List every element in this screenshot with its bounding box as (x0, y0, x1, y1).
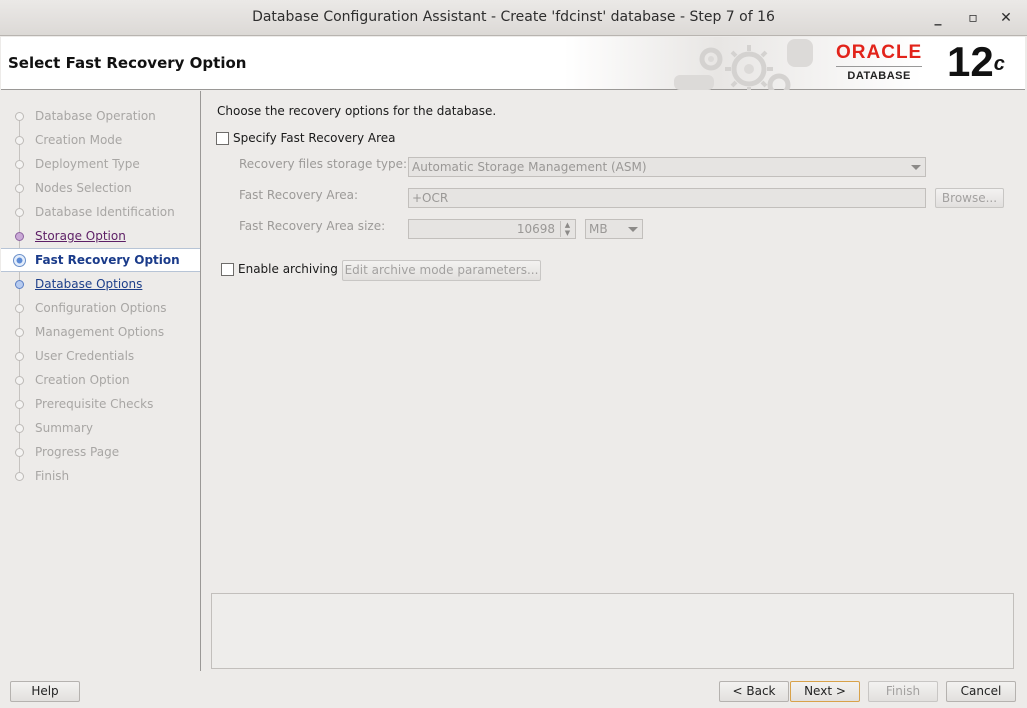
message-area (211, 593, 1014, 669)
step-label: Creation Mode (35, 133, 123, 147)
step-prerequisite-checks: Prerequisite Checks (1, 393, 200, 415)
step-dot-icon (15, 112, 24, 121)
step-database-options[interactable]: Database Options (1, 273, 200, 295)
step-configuration-options: Configuration Options (1, 297, 200, 319)
help-button[interactable]: Help (10, 681, 80, 702)
step-dot-icon (15, 352, 24, 361)
fra-size-label: Fast Recovery Area size: (239, 219, 386, 233)
step-label: Summary (35, 421, 93, 435)
step-deployment-type: Deployment Type (1, 153, 200, 175)
step-dot-icon (15, 208, 24, 217)
gears-graphic-icon (674, 39, 813, 90)
footer-bar: Help < Back Next > Finish Cancel (0, 672, 1027, 708)
cancel-button[interactable]: Cancel (946, 681, 1016, 702)
chevron-down-icon (911, 165, 921, 170)
finish-button[interactable]: Finish (868, 681, 938, 702)
spinner-up-icon[interactable]: ▲ (565, 221, 570, 229)
step-label: Configuration Options (35, 301, 167, 315)
fra-size-unit-select[interactable]: MB (585, 219, 643, 239)
step-summary: Summary (1, 417, 200, 439)
step-management-options: Management Options (1, 321, 200, 343)
next-button[interactable]: Next > (790, 681, 860, 702)
storage-type-select[interactable]: Automatic Storage Management (ASM) (408, 157, 926, 177)
oracle-brand-sub: DATABASE (836, 66, 923, 82)
fra-input[interactable]: +OCR (408, 188, 926, 208)
specify-fra-checkbox[interactable] (216, 132, 229, 145)
step-dot-icon (15, 160, 24, 169)
step-label: User Credentials (35, 349, 135, 363)
oracle-logo: ORACLE DATABASE (836, 42, 923, 82)
fra-size-value: 10698 (516, 222, 555, 236)
step-dot-icon (15, 280, 24, 289)
step-finish: Finish (1, 465, 200, 487)
storage-type-value: Automatic Storage Management (ASM) (412, 160, 647, 174)
step-database-identification: Database Identification (1, 201, 200, 223)
step-database-operation: Database Operation (1, 105, 200, 127)
enable-archiving-label[interactable]: Enable archiving (238, 262, 338, 276)
fra-size-unit-value: MB (589, 222, 608, 236)
step-label: Database Identification (35, 205, 175, 219)
storage-type-label: Recovery files storage type: (239, 157, 408, 171)
step-dot-icon (15, 304, 24, 313)
step-dot-icon (15, 376, 24, 385)
oracle-brand: ORACLE (836, 42, 923, 63)
step-label: Creation Option (35, 373, 130, 387)
header-banner: Select Fast Recovery Option ORACLE DATAB… (1, 37, 1025, 90)
step-label: Nodes Selection (35, 181, 132, 195)
step-dot-icon (15, 424, 24, 433)
step-label: Storage Option (35, 229, 126, 243)
main-content: Choose the recovery options for the data… (202, 91, 1026, 671)
step-dot-icon (15, 184, 24, 193)
step-dot-icon (15, 400, 24, 409)
minimize-button[interactable]: _ (926, 6, 950, 30)
step-dot-icon (15, 328, 24, 337)
page-title: Select Fast Recovery Option (8, 54, 247, 72)
chevron-down-icon (628, 227, 638, 232)
version-suffix: c (993, 53, 1005, 75)
step-creation-mode: Creation Mode (1, 129, 200, 151)
step-creation-option: Creation Option (1, 369, 200, 391)
step-nodes-selection: Nodes Selection (1, 177, 200, 199)
version-number: 12 (947, 38, 994, 85)
step-label: Management Options (35, 325, 165, 339)
step-label: Database Options (35, 277, 143, 291)
maximize-button[interactable]: ▫ (961, 6, 985, 30)
version-badge: 12c (947, 39, 1005, 85)
close-button[interactable]: ✕ (994, 6, 1018, 30)
specify-fra-label[interactable]: Specify Fast Recovery Area (233, 131, 395, 145)
step-fast-recovery-option: Fast Recovery Option (1, 248, 200, 272)
step-current-icon (13, 254, 26, 267)
step-dot-icon (15, 448, 24, 457)
browse-button[interactable]: Browse... (935, 188, 1004, 208)
window-titlebar[interactable]: Database Configuration Assistant - Creat… (0, 0, 1027, 36)
step-label: Database Operation (35, 109, 156, 123)
step-label: Progress Page (35, 445, 120, 459)
step-label: Prerequisite Checks (35, 397, 154, 411)
enable-archiving-checkbox[interactable] (221, 263, 234, 276)
back-button[interactable]: < Back (719, 681, 789, 702)
step-dot-icon (15, 232, 24, 241)
window-title: Database Configuration Assistant - Creat… (252, 9, 775, 25)
step-label: Fast Recovery Option (35, 253, 180, 267)
step-storage-option[interactable]: Storage Option (1, 225, 200, 247)
spinner-down-icon[interactable]: ▼ (565, 229, 570, 237)
edit-archive-params-button[interactable]: Edit archive mode parameters... (342, 260, 541, 281)
step-user-credentials: User Credentials (1, 345, 200, 367)
fra-size-spinner[interactable]: ▲ ▼ (560, 221, 574, 237)
step-progress-page: Progress Page (1, 441, 200, 463)
step-dot-icon (15, 472, 24, 481)
step-label: Deployment Type (35, 157, 140, 171)
step-dot-icon (15, 136, 24, 145)
step-label: Finish (35, 469, 70, 483)
intro-text: Choose the recovery options for the data… (217, 104, 497, 118)
fra-label: Fast Recovery Area: (239, 188, 359, 202)
steps-panel: Database Operation Creation Mode Deploym… (1, 91, 201, 671)
fra-size-input[interactable]: 10698 ▲ ▼ (408, 219, 576, 239)
